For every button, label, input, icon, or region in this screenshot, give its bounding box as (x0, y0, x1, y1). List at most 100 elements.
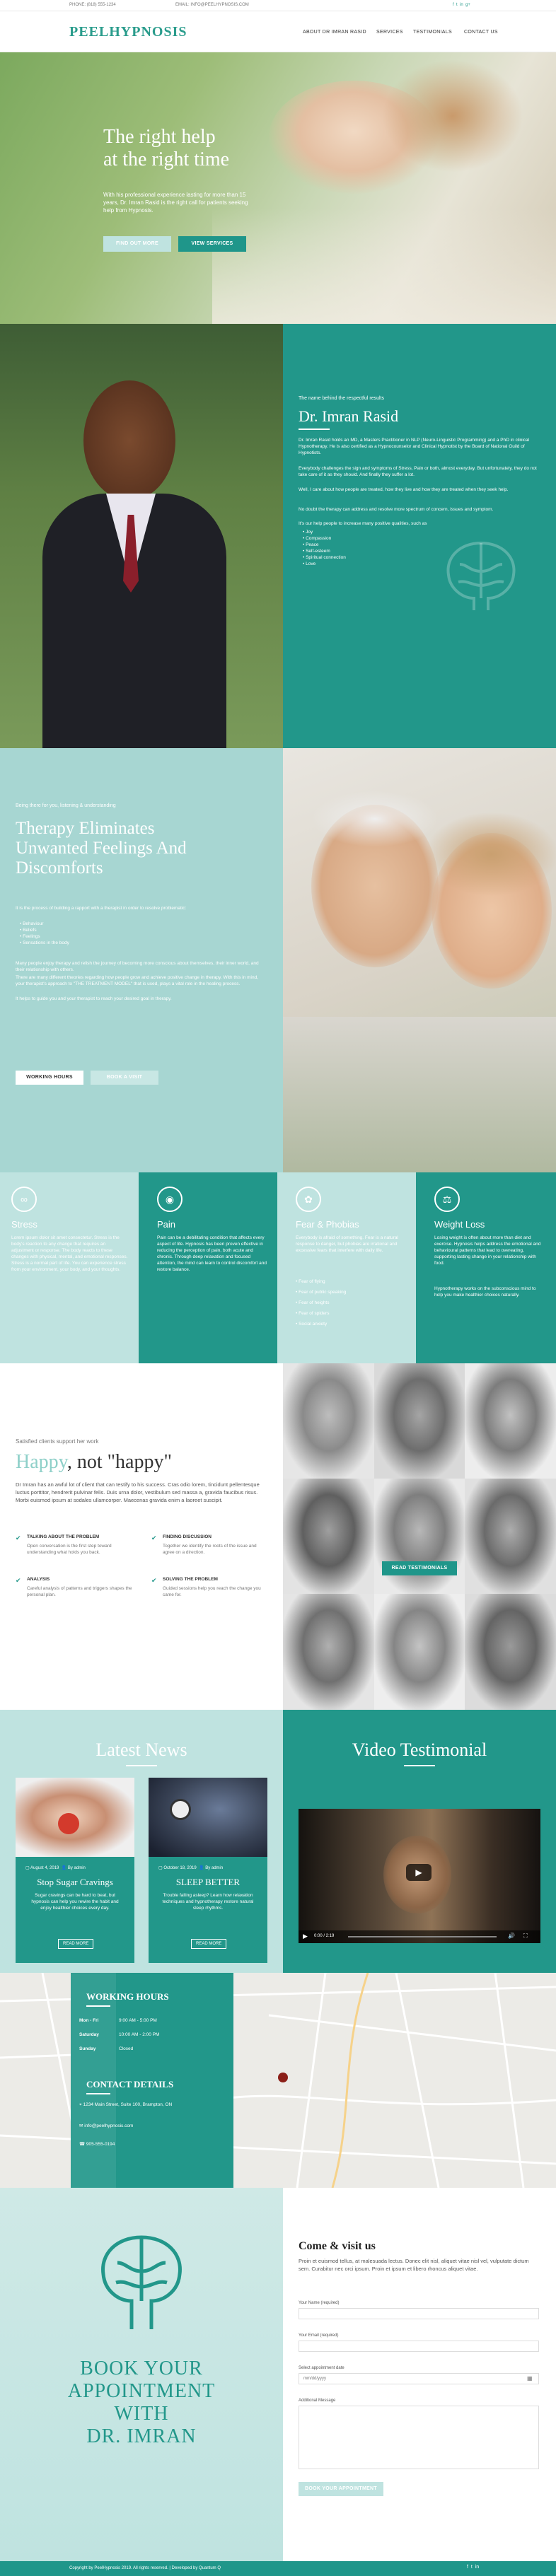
hero-bench (212, 208, 556, 324)
hours-time: Closed (119, 2046, 134, 2051)
fear-item: • Fear of heights (296, 1300, 330, 1305)
quality-item: • Joy (303, 530, 313, 535)
hours-day: Mon - Fri (79, 2018, 99, 2023)
fear-item-label: Fear of heights (299, 1300, 330, 1305)
fear-item: • Fear of flying (296, 1279, 325, 1284)
client-photo (374, 1594, 465, 1710)
news-card[interactable]: ▢ August 4, 2019 👤 By admin Stop Sugar C… (16, 1778, 134, 1963)
quality-label: Peace (306, 542, 319, 547)
news-card-title[interactable]: SLEEP BETTER (149, 1877, 267, 1888)
view-services-button[interactable]: VIEW SERVICES (178, 236, 246, 252)
therapy-kicker: Being there for you, listening & underst… (16, 803, 116, 808)
contact-email[interactable]: info@peelhypnosis.com (84, 2123, 133, 2128)
therapy-paragraph-3: It helps to guide you and your therapist… (16, 996, 172, 1001)
email-row: ✉ info@peelhypnosis.com (79, 2123, 221, 2129)
clock-icon (170, 1799, 191, 1820)
video-progress[interactable] (348, 1936, 497, 1937)
flower-icon: ✿ (296, 1187, 321, 1212)
news-author: By admin (205, 1866, 224, 1870)
man-hair (311, 791, 439, 847)
feature-text: Together we identify the roots of the is… (163, 1544, 257, 1555)
therapy-title-line-1: Therapy Eliminates (16, 819, 155, 838)
booking-heading: BOOK YOUR APPOINTMENT WITH DR. IMRAN (0, 2358, 283, 2448)
service-card-pain: ◉ Pain Pain can be a debilitating condit… (139, 1172, 277, 1363)
client-photo (283, 1363, 374, 1479)
quality-item: • Self-esteem (303, 549, 330, 554)
read-testimonials-button[interactable]: READ TESTIMONIALS (382, 1561, 457, 1575)
footer-social-icons[interactable]: f t in (467, 2565, 479, 2570)
email-text[interactable]: EMAIL: INFO@PEELHYPNOSIS.COM (175, 3, 249, 7)
fear-item: • Fear of spiders (296, 1311, 330, 1316)
feature-title: FINDING DISCUSSION (163, 1534, 212, 1539)
message-textarea[interactable] (299, 2406, 539, 2469)
feature-text: Open conversation is the first step towa… (27, 1544, 112, 1555)
eye-icon: ◉ (157, 1187, 183, 1212)
services-row: ∞ Stress Lorem ipsum dolor sit amet cons… (0, 1172, 556, 1363)
nav-services[interactable]: SERVICES (376, 30, 403, 35)
map-section[interactable]: WORKING HOURS Mon - Fri 9:00 AM - 5:00 PM… (0, 1973, 556, 2188)
video-player[interactable]: ▶ ▶ 0:00 / 2:19 🔊 ⛶ (299, 1809, 540, 1943)
nav-about[interactable]: ABOUT DR IMRAN RASID (303, 30, 366, 35)
message-label: Additional Message (299, 2399, 336, 2403)
email-input[interactable] (299, 2341, 539, 2352)
couple-photo (283, 748, 556, 1172)
news-card-title[interactable]: Stop Sugar Cravings (16, 1877, 134, 1888)
about-paragraph-2: Everybody challenges the sign and sympto… (299, 466, 537, 477)
apple-icon (58, 1813, 79, 1834)
hero-title-line-2: at the right time (103, 148, 230, 170)
news-meta: ▢ October 18, 2019 👤 By admin (158, 1866, 224, 1870)
happy-section: Satisfied clients support her work Happy… (0, 1363, 283, 1710)
book-visit-button[interactable]: BOOK A VISIT (91, 1071, 158, 1085)
find-out-more-button[interactable]: FIND OUT MORE (103, 236, 171, 252)
client-photo (374, 1479, 465, 1594)
contact-phone[interactable]: 905-555-0194 (86, 2142, 115, 2147)
therapy-title-line-2: Unwanted Feelings And (16, 839, 187, 858)
play-small-icon[interactable]: ▶ (303, 1933, 308, 1940)
quality-item: • Spiritual connection (303, 555, 346, 560)
booking-heading-line: DR. IMRAN (86, 2425, 197, 2447)
news-meta: ▢ August 4, 2019 👤 By admin (25, 1866, 86, 1870)
fullscreen-icon[interactable]: ⛶ (523, 1933, 528, 1940)
news-section: Latest News ▢ August 4, 2019 👤 By admin … (0, 1710, 283, 1973)
news-date: October 18, 2019 (163, 1866, 197, 1870)
play-icon[interactable]: ▶ (406, 1864, 432, 1881)
news-card[interactable]: ▢ October 18, 2019 👤 By admin SLEEP BETT… (149, 1778, 267, 1963)
hours-time: 9:00 AM - 5:00 PM (119, 2018, 157, 2023)
working-hours-button[interactable]: WORKING HOURS (16, 1071, 83, 1085)
contact-details-title: CONTACT DETAILS (86, 2079, 174, 2090)
social-links[interactable]: f t in g+ (453, 3, 470, 7)
therapy-title: Therapy Eliminates Unwanted Feelings And… (16, 819, 187, 878)
booking-heading-line: WITH (114, 2403, 169, 2425)
working-hours-title: WORKING HOURS (86, 1991, 169, 2002)
service-card-fear: ✿ Fear & Phobias Everybody is afraid of … (277, 1172, 416, 1363)
fear-item-label: Social anxiety (299, 1322, 328, 1327)
email-label: Your Email (required) (299, 2333, 339, 2338)
nav-contact[interactable]: CONTACT US (464, 30, 498, 35)
read-more-button[interactable]: READ MORE (191, 1939, 227, 1949)
hero-hair (382, 59, 523, 173)
brain-icon (446, 542, 516, 610)
read-more-button[interactable]: READ MORE (58, 1939, 94, 1949)
about-paragraph-1: Dr. Imran Rasid holds an MD, a Masters P… (299, 438, 530, 455)
site-logo[interactable]: PEELHYPNOSIS (69, 24, 187, 40)
mail-icon: ✉ (79, 2123, 83, 2128)
infinity-icon: ∞ (11, 1187, 37, 1212)
fear-item-label: Fear of flying (299, 1279, 325, 1284)
news-image (149, 1778, 267, 1857)
service-text: Lorem ipsum dolor sit amet consectetur. … (11, 1235, 128, 1272)
scale-icon: ⚖ (434, 1187, 460, 1212)
calendar-icon[interactable]: ▦ (527, 2375, 533, 2382)
therapy-paragraph-2: There are many different theories regard… (16, 975, 259, 986)
footer-copyright: Copyright by PeelHypnosis 2019. All righ… (69, 2566, 221, 2570)
name-input[interactable] (299, 2308, 539, 2319)
volume-icon[interactable]: 🔊 (508, 1933, 515, 1939)
book-appointment-button[interactable]: BOOK YOUR APPOINTMENT (299, 2482, 383, 2496)
happy-kicker: Satisfied clients support her work (16, 1438, 99, 1445)
date-input[interactable]: mm/dd/yyyy ▦ (299, 2373, 539, 2384)
booking-visual: BOOK YOUR APPOINTMENT WITH DR. IMRAN (0, 2188, 283, 2561)
nav-testimonials[interactable]: TESTIMONIALS (413, 30, 452, 35)
brain-logo-icon (101, 2235, 182, 2329)
hero-section: The right help at the right time With hi… (0, 52, 556, 324)
service-text: Pain can be a debilitating condition tha… (157, 1235, 267, 1272)
feature-title: ANALYSIS (27, 1577, 50, 1582)
